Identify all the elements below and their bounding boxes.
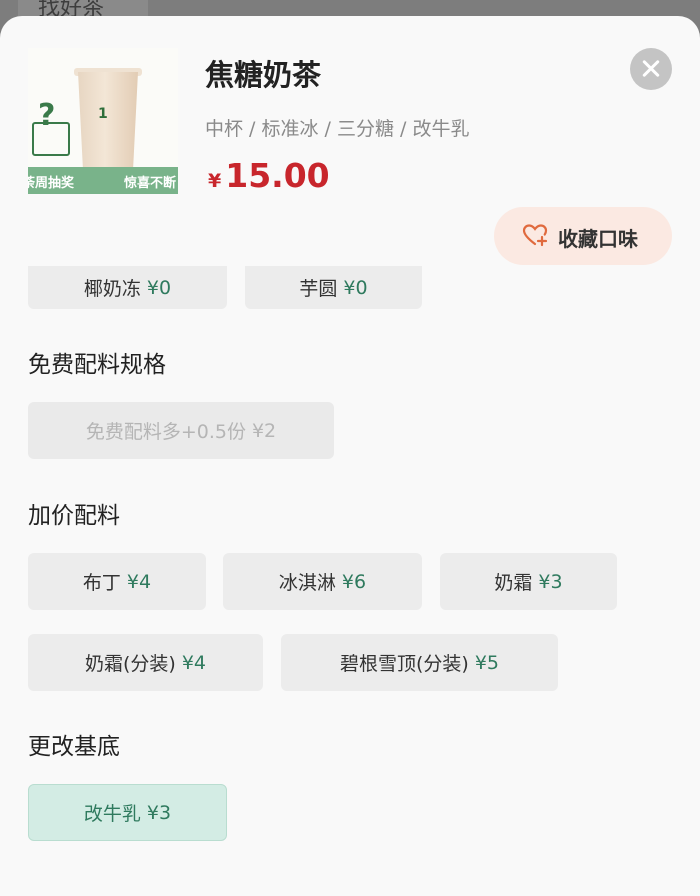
price-value: 15.00: [225, 156, 330, 195]
option-coconut-jelly[interactable]: 椰奶冻 ¥0: [28, 266, 227, 309]
option-milk-cream-separate[interactable]: 奶霜(分装) ¥4: [28, 634, 263, 691]
option-name: 芋圆: [299, 278, 338, 300]
option-price: ¥4: [126, 570, 152, 593]
option-ice-cream[interactable]: 冰淇淋 ¥6: [223, 553, 422, 610]
option-price: ¥5: [474, 651, 499, 674]
option-change-to-milk[interactable]: 改牛乳 ¥3: [28, 784, 227, 841]
promo-left-text: 荼周抽奖: [28, 176, 75, 191]
background-tab: 找好茶: [18, 0, 148, 16]
option-name: 奶霜: [494, 572, 533, 594]
option-name: 奶霜(分装): [84, 653, 176, 675]
option-name: 椰奶冻: [83, 278, 141, 300]
option-name: 免费配料多+0.5份: [85, 421, 246, 443]
section-title-free-spec: 免费配料规格: [28, 352, 166, 378]
option-price: ¥0: [146, 276, 172, 299]
option-milk-cream[interactable]: 奶霜 ¥3: [440, 553, 617, 610]
product-name: 焦糖奶茶: [205, 58, 322, 92]
section-title-change-base: 更改基底: [28, 734, 120, 760]
product-specs: 中杯 / 标准冰 / 三分糖 / 改牛乳: [205, 118, 470, 140]
favorite-flavor-button[interactable]: 收藏口味: [494, 207, 672, 265]
cup-logo: 1: [98, 106, 108, 122]
close-button[interactable]: [630, 48, 672, 90]
heart-plus-icon: [522, 224, 548, 247]
section-title-paid-toppings: 加价配料: [28, 503, 120, 529]
promo-banner: 荼周抽奖 惊喜不断: [28, 167, 178, 194]
option-price: ¥0: [343, 276, 368, 299]
question-mark-icon: ?: [38, 98, 56, 133]
background-tab-label: 找好茶: [38, 0, 105, 16]
product-image: 1 ? 荼周抽奖 惊喜不断: [28, 48, 178, 194]
option-price: ¥2: [251, 419, 277, 442]
option-name: 碧根雪顶(分装): [339, 653, 469, 675]
option-name: 冰淇淋: [278, 572, 336, 594]
option-taro-ball[interactable]: 芋圆 ¥0: [245, 266, 422, 309]
product-price: ¥15.00: [208, 156, 330, 195]
option-pecan-snow-top-separate[interactable]: 碧根雪顶(分装) ¥5: [281, 634, 558, 691]
promo-right-text: 惊喜不断: [124, 176, 177, 191]
price-symbol: ¥: [208, 170, 222, 192]
option-name: 布丁: [82, 572, 121, 594]
option-pudding[interactable]: 布丁 ¥4: [28, 553, 206, 610]
option-price: ¥4: [181, 651, 206, 674]
option-name: 改牛乳: [83, 803, 141, 825]
option-price: ¥3: [146, 801, 172, 824]
option-free-extra-half: 免费配料多+0.5份 ¥2: [28, 402, 334, 459]
option-price: ¥6: [341, 570, 367, 593]
favorite-label: 收藏口味: [558, 227, 638, 251]
option-price: ¥3: [538, 570, 563, 593]
